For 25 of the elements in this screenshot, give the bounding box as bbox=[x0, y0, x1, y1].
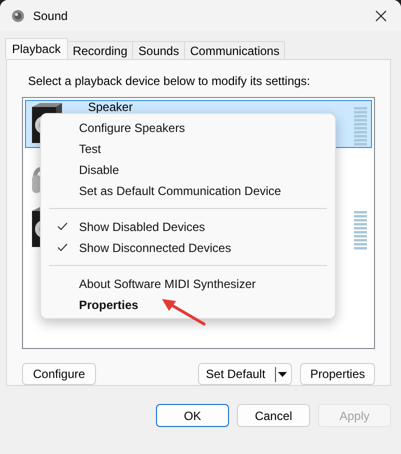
speaker-icon bbox=[11, 8, 25, 22]
menu-item[interactable]: Properties bbox=[41, 294, 335, 315]
window-title: Sound bbox=[33, 8, 68, 22]
dropdown-icon bbox=[278, 372, 288, 376]
checkmark-icon bbox=[57, 243, 68, 252]
menu-item[interactable]: Set as Default Communication Device bbox=[41, 180, 335, 201]
menu-item[interactable]: Configure Speakers bbox=[41, 117, 335, 138]
menu-item[interactable]: Show Disconnected Devices bbox=[41, 237, 335, 258]
properties-button[interactable]: Properties bbox=[300, 363, 375, 385]
set-default-button[interactable]: Set Default bbox=[198, 363, 292, 385]
annotation-arrow bbox=[160, 298, 208, 328]
device-name: Speaker bbox=[88, 100, 133, 114]
tab[interactable]: Recording bbox=[66, 41, 134, 59]
menu-item[interactable]: Show Disabled Devices bbox=[41, 216, 335, 237]
menu-item[interactable]: Test bbox=[41, 138, 335, 159]
dialog-button[interactable]: OK bbox=[156, 404, 229, 427]
instruction-text: Select a playback device below to modify its settings: bbox=[28, 74, 312, 90]
tab[interactable]: Playback bbox=[5, 38, 68, 59]
menu-item[interactable]: Disable bbox=[41, 159, 335, 180]
configure-button[interactable]: Configure bbox=[22, 363, 96, 385]
close-icon bbox=[375, 10, 387, 22]
tab[interactable]: Communications bbox=[184, 41, 286, 59]
dialog-button[interactable]: Cancel bbox=[237, 404, 310, 427]
menu-item[interactable]: About Software MIDI Synthesizer bbox=[41, 273, 335, 294]
checkmark-icon bbox=[57, 222, 68, 231]
